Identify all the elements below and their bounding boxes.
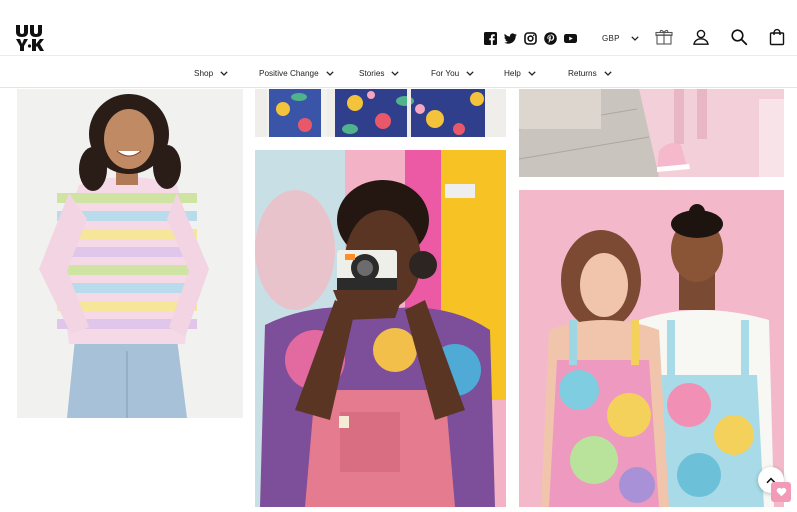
photo-floral-trousers[interactable]	[255, 89, 506, 137]
facebook-icon[interactable]	[484, 31, 497, 45]
nav-item-label: Help	[504, 68, 521, 78]
nav-item-label: Shop	[194, 68, 214, 78]
nav-item-label: For You	[431, 68, 460, 78]
gift-icon[interactable]	[655, 28, 673, 46]
photo-pink-trainers[interactable]	[519, 89, 784, 177]
model-photo	[17, 89, 243, 418]
chevron-down-icon	[220, 70, 228, 76]
nav-item-label: Returns	[568, 68, 597, 78]
model-photo	[519, 89, 784, 177]
nav-item-for-you[interactable]: For You	[431, 67, 474, 79]
social-links	[484, 31, 577, 45]
instagram-icon[interactable]	[524, 31, 537, 45]
currency-selector[interactable]: GBP	[602, 31, 639, 45]
currency-label: GBP	[602, 33, 620, 43]
chevron-down-icon	[325, 70, 334, 76]
chevron-down-icon	[604, 70, 612, 76]
photo-woman-striped-top[interactable]	[17, 89, 243, 418]
brand-logo[interactable]	[15, 24, 45, 52]
nav-item-shop[interactable]: Shop	[194, 67, 228, 79]
site-header: GBP	[0, 0, 797, 56]
pinterest-icon[interactable]	[544, 31, 557, 45]
model-photo	[519, 190, 784, 507]
nav-item-label: Stories	[359, 68, 385, 78]
chevron-down-icon	[391, 70, 400, 76]
youtube-icon[interactable]	[564, 32, 577, 45]
nav-item-help[interactable]: Help	[504, 67, 536, 79]
nav-item-positive-change[interactable]: Positive Change	[259, 67, 334, 79]
main-nav: Shop Positive Change Stories For You Hel…	[0, 56, 797, 88]
heart-icon	[776, 487, 786, 497]
nav-item-returns[interactable]: Returns	[568, 67, 612, 79]
nav-item-label: Positive Change	[259, 68, 319, 78]
photo-couple-tie-dye[interactable]	[519, 190, 784, 507]
lucy-and-yak-logo-icon	[16, 25, 44, 51]
search-icon[interactable]	[730, 28, 748, 46]
bag-icon[interactable]	[768, 28, 786, 46]
wishlist-button[interactable]	[771, 482, 791, 502]
nav-item-stories[interactable]: Stories	[359, 67, 400, 79]
chevron-down-icon	[631, 35, 639, 41]
chevron-down-icon	[528, 70, 536, 76]
account-icon[interactable]	[692, 28, 710, 46]
twitter-icon[interactable]	[504, 32, 517, 45]
chevron-down-icon	[466, 70, 474, 76]
photo-man-with-camera[interactable]	[255, 150, 506, 507]
model-photo	[255, 89, 506, 137]
model-photo	[255, 150, 506, 507]
